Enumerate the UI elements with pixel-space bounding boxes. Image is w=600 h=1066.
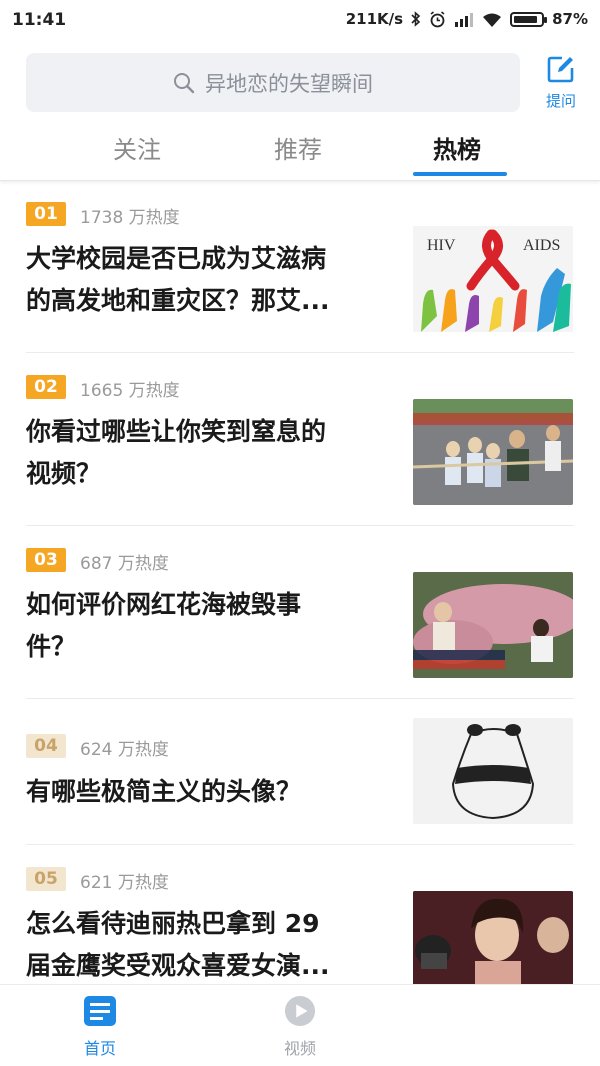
- svg-text:AIDS: AIDS: [523, 237, 560, 254]
- title-line: 怎么看待迪丽热巴拿到 29: [26, 909, 320, 938]
- home-feed-icon: [84, 996, 116, 1026]
- title-line: 有哪些极简主义的头像？: [26, 777, 302, 806]
- heat-count: 1738 万热度: [80, 208, 180, 228]
- nav-video-label: 视频: [283, 1039, 316, 1058]
- title-line: 件？: [26, 632, 77, 661]
- search-placeholder: 异地恋的失望瞬间: [205, 71, 373, 96]
- alarm-icon: [430, 10, 445, 27]
- network-speed: 211K/s: [345, 10, 404, 28]
- nav-home-label: 首页: [83, 1039, 116, 1058]
- ask-label: 提问: [545, 92, 576, 110]
- title-line: 大学校园是否已成为艾滋病: [26, 244, 327, 273]
- nav-video[interactable]: 视频: [260, 995, 340, 1059]
- rank-badge: 03: [26, 548, 66, 572]
- hiv-aids-image: HIV AIDS: [421, 229, 571, 332]
- search-input[interactable]: 异地恋的失望瞬间: [26, 53, 520, 112]
- heat-count: 624 万热度: [80, 740, 169, 760]
- battery-icon: [510, 11, 548, 27]
- item-thumbnail: [413, 399, 573, 505]
- heat-count: 687 万热度: [80, 554, 169, 574]
- tug-of-war-image: [413, 399, 573, 505]
- feed-tabs: 关注 推荐 热榜: [0, 118, 600, 181]
- divider: [26, 698, 574, 699]
- tab-recommend[interactable]: 推荐: [274, 130, 322, 165]
- flower-sea-image: [413, 572, 573, 678]
- nav-home[interactable]: 首页: [60, 995, 140, 1059]
- play-icon: [284, 995, 316, 1027]
- rank-badge: 02: [26, 375, 66, 399]
- bluetooth-icon: [411, 11, 421, 27]
- edit-icon: [547, 56, 574, 83]
- status-icons: 211K/s 87%: [346, 10, 588, 28]
- ask-question-button[interactable]: 提问: [540, 54, 582, 111]
- tab-hot-list[interactable]: 热榜: [433, 130, 481, 165]
- item-title: 如何评价网红花海被毁事 件？: [26, 584, 396, 668]
- svg-text:HIV: HIV: [427, 237, 456, 254]
- divider: [26, 525, 574, 526]
- item-thumbnail: HIV AIDS: [413, 226, 573, 332]
- item-thumbnail: [413, 718, 573, 824]
- status-time: 11:41: [12, 10, 67, 30]
- divider: [26, 352, 574, 353]
- panda-doodle-image: [451, 724, 535, 820]
- title-line: 你看过哪些让你笑到窒息的: [26, 417, 327, 446]
- title-line: 的高发地和重灾区？那艾...: [26, 286, 330, 315]
- heat-count: 1665 万热度: [80, 381, 180, 401]
- title-line: 视频？: [26, 459, 102, 488]
- battery-percent: 87%: [552, 10, 588, 28]
- heat-count: 621 万热度: [80, 873, 169, 893]
- tab-follow[interactable]: 关注: [113, 130, 161, 165]
- bottom-nav: 首页 视频: [0, 984, 600, 1066]
- rank-badge: 01: [26, 202, 66, 226]
- tab-indicator: [413, 172, 507, 176]
- item-thumbnail: [413, 572, 573, 678]
- divider: [26, 844, 574, 845]
- status-bar: 11:41 211K/s 87%: [0, 0, 600, 40]
- item-title: 你看过哪些让你笑到窒息的 视频？: [26, 411, 396, 495]
- item-title: 怎么看待迪丽热巴拿到 29 届金鹰奖受观众喜爱女演...: [26, 903, 396, 987]
- title-line: 届金鹰奖受观众喜爱女演...: [26, 951, 330, 980]
- title-line: 如何评价网红花海被毁事: [26, 590, 302, 619]
- wifi-icon: [483, 13, 502, 27]
- item-title: 大学校园是否已成为艾滋病 的高发地和重灾区？那艾...: [26, 238, 396, 322]
- signal-icon: [455, 12, 474, 27]
- actress-image: [413, 891, 573, 997]
- item-title: 有哪些极简主义的头像？: [26, 771, 396, 813]
- rank-badge: 05: [26, 867, 66, 891]
- rank-badge: 04: [26, 734, 66, 758]
- item-thumbnail: [413, 891, 573, 997]
- search-icon: [174, 72, 195, 93]
